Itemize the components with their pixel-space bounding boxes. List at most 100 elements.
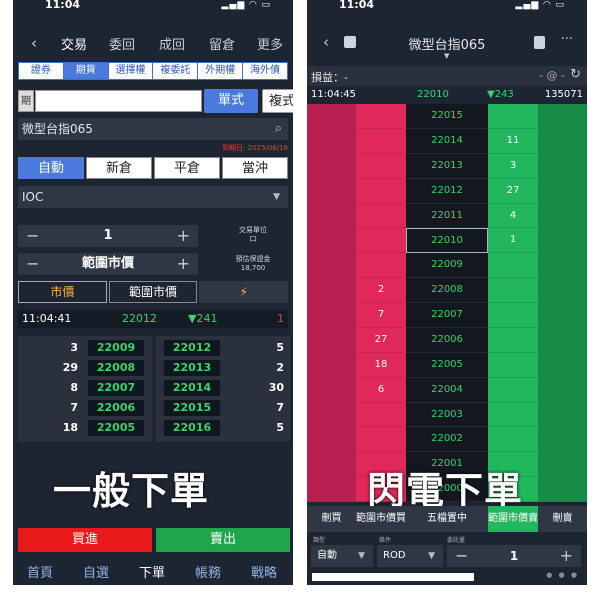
sell-qty-cell[interactable] [488, 278, 538, 303]
market-price-button[interactable]: 市價 [18, 281, 107, 303]
nav-trade[interactable]: 交易 [61, 34, 87, 53]
bid-book: 3 22009 29 22008 8 22007 7 22006 18 22005 [18, 336, 152, 442]
sell-qty-cell[interactable] [488, 403, 538, 428]
buy-qty-cell[interactable] [356, 104, 406, 129]
code-prefix[interactable]: 期 [18, 90, 34, 112]
sell-qty-cell[interactable] [488, 427, 538, 453]
bid-row[interactable]: 8 22007 [18, 379, 152, 397]
code-input[interactable] [35, 90, 202, 112]
qty-minus-button[interactable]: − [455, 545, 468, 567]
buy-qty-cell[interactable] [356, 427, 406, 453]
sell-qty-cell[interactable]: 4 [488, 204, 538, 229]
sell-stop-column[interactable] [538, 104, 587, 502]
ask-row[interactable]: 22014 30 [156, 379, 290, 397]
nav-order-report[interactable]: 委回 [109, 34, 135, 53]
back-button[interactable]: ‹ [31, 34, 37, 52]
buy-qty-cell[interactable] [356, 179, 406, 204]
ask-row[interactable]: 22013 2 [156, 359, 290, 377]
sell-column[interactable]: 11 3 27 4 1 [488, 104, 538, 502]
range-market-sell-button[interactable]: 範圍市價賣 [488, 506, 538, 532]
qty-plus-button[interactable]: + [560, 545, 573, 567]
single-mode-button[interactable]: 單式 [204, 89, 258, 113]
sell-qty-cell[interactable]: 1 [488, 228, 538, 254]
sell-qty-cell[interactable] [488, 378, 538, 403]
range-market-button[interactable]: 範圍市價 [108, 281, 198, 303]
delete-buy-button[interactable]: 刪買 [307, 506, 356, 532]
combo-mode-button[interactable]: 複式 [262, 89, 293, 113]
price-mode-value[interactable]: 範圍市價 [42, 253, 174, 275]
bottom-nav-home[interactable]: 首頁 [27, 562, 53, 581]
tab-futures[interactable]: 期貨 [63, 63, 109, 79]
qty-value[interactable]: 1 [471, 545, 557, 567]
tab-securities[interactable]: 證券 [19, 63, 64, 79]
sell-qty-cell[interactable] [488, 328, 538, 353]
buy-qty-cell[interactable] [356, 253, 406, 279]
tab-foreign-futures[interactable]: 外期權 [198, 63, 244, 79]
time-in-force-select[interactable]: IOC ▼ [18, 186, 288, 208]
input-bar[interactable] [312, 573, 474, 581]
buy-qty-cell[interactable] [356, 228, 406, 254]
buy-qty-cell[interactable] [356, 204, 406, 229]
order-type-open[interactable]: 新倉 [86, 157, 152, 179]
bottom-nav-account[interactable]: 帳務 [195, 562, 221, 581]
bottom-nav-strategy[interactable]: 戰略 [251, 562, 277, 581]
buy-qty-cell[interactable]: 7 [356, 303, 406, 328]
buy-column[interactable]: 2 7 27 18 6 [356, 104, 406, 502]
order-type-auto[interactable]: 自動 [18, 157, 84, 179]
search-icon[interactable]: ⌕ [275, 118, 282, 140]
cond-select[interactable]: ROD ▼ [377, 545, 443, 567]
tab-sub-brokerage[interactable]: 複委託 [153, 63, 199, 79]
nav-positions[interactable]: 留倉 [209, 34, 235, 53]
clipboard-icon[interactable] [534, 36, 545, 49]
sell-qty-cell[interactable] [488, 253, 538, 279]
sell-qty-cell[interactable] [488, 303, 538, 328]
buy-qty-cell[interactable] [356, 403, 406, 428]
bid-row[interactable]: 18 22005 [18, 419, 152, 437]
chevron-down-icon[interactable]: ▼ [444, 52, 449, 60]
order-type-daytrade[interactable]: 當沖 [222, 157, 288, 179]
bottom-nav-watchlist[interactable]: 自選 [83, 562, 109, 581]
refresh-icon[interactable]: ↻ [570, 67, 581, 82]
qty-minus-button[interactable]: − [26, 225, 39, 247]
status-bar: 11:04 ▂▄▆ ◠ ▭ [307, 0, 587, 14]
nav-more[interactable]: 更多 [257, 34, 283, 53]
sell-button[interactable]: 賣出 [156, 528, 290, 552]
order-type-close[interactable]: 平倉 [154, 157, 220, 179]
bid-row[interactable]: 3 22009 [18, 339, 152, 357]
ask-row[interactable]: 22012 5 [156, 339, 290, 357]
buy-qty-cell[interactable]: 18 [356, 353, 406, 378]
product-field[interactable]: 微型台指065 ⌕ [18, 118, 288, 140]
type-select[interactable]: 自動 ▼ [311, 545, 373, 567]
buy-qty-cell[interactable] [356, 129, 406, 154]
bid-row[interactable]: 29 22008 [18, 359, 152, 377]
ask-row[interactable]: 22015 7 [156, 399, 290, 417]
sell-qty-cell[interactable]: 11 [488, 129, 538, 154]
qty-plus-button[interactable]: + [177, 225, 190, 247]
delete-sell-button[interactable]: 刪賣 [538, 506, 587, 532]
more-icon[interactable]: ··· [561, 32, 573, 47]
nav-fill-report[interactable]: 成回 [159, 34, 185, 53]
sell-qty-cell[interactable]: 3 [488, 154, 538, 179]
buy-stop-column[interactable] [307, 104, 356, 502]
sell-qty-cell[interactable]: 27 [488, 179, 538, 204]
price-minus-button[interactable]: − [26, 253, 39, 275]
bottom-nav-order[interactable]: 下單 [139, 562, 165, 581]
buy-qty-cell[interactable]: 27 [356, 328, 406, 353]
buy-qty-cell[interactable]: 6 [356, 378, 406, 403]
qty-value[interactable]: 1 [42, 225, 174, 247]
bid-row[interactable]: 7 22006 [18, 399, 152, 417]
buy-qty-cell[interactable] [356, 154, 406, 179]
sell-qty-cell[interactable] [488, 353, 538, 378]
price-plus-button[interactable]: + [177, 253, 190, 275]
ask-row[interactable]: 22016 5 [156, 419, 290, 437]
tab-foreign-bonds[interactable]: 海外債 [243, 63, 287, 79]
tab-options[interactable]: 選擇權 [109, 63, 154, 79]
sell-qty-cell[interactable] [488, 104, 538, 129]
range-market-buy-button[interactable]: 範圍市價買 [356, 506, 406, 532]
qty-stepper: − 1 + [447, 545, 581, 567]
chevron-down-icon: ▼ [273, 192, 280, 202]
buy-qty-cell[interactable]: 2 [356, 278, 406, 303]
lightning-icon[interactable]: ⚡ [199, 281, 289, 303]
center-five-button[interactable]: 五檔置中 [406, 506, 488, 532]
buy-button[interactable]: 買進 [18, 528, 152, 552]
